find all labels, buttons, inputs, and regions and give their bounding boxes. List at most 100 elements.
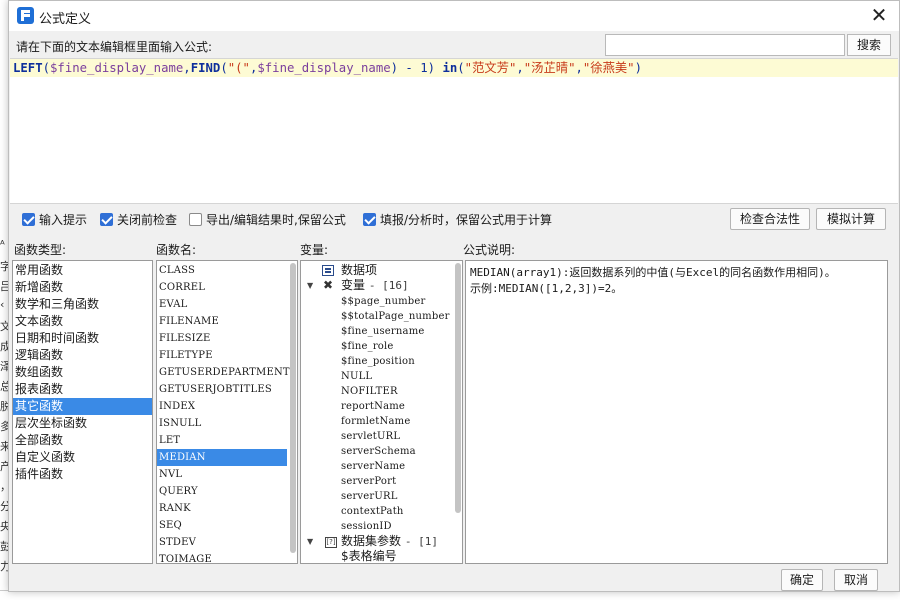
search-input[interactable] bbox=[605, 34, 845, 56]
category-item[interactable]: 日期和时间函数 bbox=[13, 330, 152, 347]
tree-variable-item[interactable]: formletName bbox=[341, 414, 410, 429]
tree-variable-item[interactable]: $fine_username bbox=[341, 324, 425, 339]
function-item[interactable]: CLASS bbox=[157, 262, 287, 279]
formula-token: FIND bbox=[190, 61, 221, 75]
formula-token: $fine_display_name bbox=[50, 61, 184, 75]
category-item[interactable]: 插件函数 bbox=[13, 466, 152, 483]
variables-icon: ✖ bbox=[323, 278, 334, 292]
tree-node-label: 变量 bbox=[341, 278, 366, 292]
category-item[interactable]: 全部函数 bbox=[13, 432, 152, 449]
keep-formula-export-option[interactable]: 导出/编辑结果时,保留公式 bbox=[189, 212, 346, 228]
formula-token: , bbox=[516, 61, 524, 75]
input-hint-checkbox[interactable] bbox=[22, 213, 35, 226]
function-item[interactable]: RANK bbox=[157, 500, 287, 517]
tree-variable-item[interactable]: serverPort bbox=[341, 474, 396, 489]
check-before-close-checkbox[interactable] bbox=[100, 213, 113, 226]
category-label: 函数类型: bbox=[14, 243, 67, 257]
check-before-close-option[interactable]: 关闭前检查 bbox=[100, 212, 177, 228]
variable-label: 变量: bbox=[300, 243, 329, 257]
tree-node-data-items[interactable]: 数据项 bbox=[341, 263, 377, 278]
category-item[interactable]: 数学和三角函数 bbox=[13, 296, 152, 313]
close-button[interactable]: ✕ bbox=[859, 1, 899, 31]
formula-editor[interactable]: LEFT($fine_display_name,FIND("(",$fine_d… bbox=[10, 58, 898, 204]
tree-variable-item[interactable]: serverURL bbox=[341, 489, 398, 504]
variable-tree[interactable]: 数据项 ▼ ✖ 变量 - [16] $$page_number $$totalPage_n… bbox=[300, 260, 463, 564]
function-item[interactable]: FILENAME bbox=[157, 313, 287, 330]
function-list-scrollbar[interactable] bbox=[290, 263, 296, 553]
tree-variable-item[interactable]: NULL bbox=[341, 369, 372, 384]
function-item[interactable]: QUERY bbox=[157, 483, 287, 500]
description-label: 公式说明: bbox=[463, 243, 516, 257]
input-hint-label: 输入提示 bbox=[39, 213, 88, 227]
category-item[interactable]: 常用函数 bbox=[13, 262, 152, 279]
tree-variable-item[interactable]: $fine_role bbox=[341, 339, 394, 354]
cancel-button[interactable]: 取消 bbox=[834, 569, 878, 591]
tree-variable-item[interactable]: $fine_position bbox=[341, 354, 415, 369]
function-item[interactable]: INDEX bbox=[157, 398, 287, 415]
category-item[interactable]: 新增函数 bbox=[13, 279, 152, 296]
simulate-button[interactable]: 模拟计算 bbox=[816, 208, 886, 230]
category-item[interactable]: 其它函数 bbox=[13, 398, 152, 415]
tree-variable-item[interactable]: $$page_number bbox=[341, 294, 425, 309]
formula-token: "汤芷晴" bbox=[523, 61, 576, 75]
category-item[interactable]: 层次坐标函数 bbox=[13, 415, 152, 432]
formula-token: ( bbox=[42, 61, 51, 75]
expand-icon[interactable]: ▼ bbox=[307, 537, 313, 546]
function-item[interactable]: TOIMAGE bbox=[157, 551, 287, 563]
function-item[interactable]: MEDIAN bbox=[157, 449, 287, 466]
formula-line[interactable]: LEFT($fine_display_name,FIND("(",$fine_d… bbox=[10, 59, 898, 77]
function-item[interactable]: CORREL bbox=[157, 279, 287, 296]
tree-node-label: 数据项 bbox=[341, 263, 378, 277]
ok-button[interactable]: 确定 bbox=[781, 569, 823, 591]
tree-variable-item[interactable]: servletURL bbox=[341, 429, 400, 444]
tree-dataset-item[interactable]: $表格编号 bbox=[341, 549, 397, 563]
keep-formula-export-label: 导出/编辑结果时,保留公式 bbox=[206, 213, 346, 227]
category-list[interactable]: 常用函数 新增函数 数学和三角函数 文本函数 日期和时间函数 逻辑函数 数组函数 报表函数 其它… bbox=[12, 260, 153, 564]
tree-variable-item[interactable]: serverSchema bbox=[341, 444, 416, 459]
formula-dialog: 公式定义 ✕ 请在下面的文本编辑框里面输入公式: 搜索 LEFT($fine_d… bbox=[8, 0, 900, 592]
formula-token: ) - 1) bbox=[390, 61, 443, 75]
validate-button[interactable]: 检查合法性 bbox=[730, 208, 810, 230]
dialog-title: 公式定义 bbox=[39, 12, 92, 27]
tree-variable-item[interactable]: NOFILTER bbox=[341, 384, 398, 399]
function-item[interactable]: NVL bbox=[157, 466, 287, 483]
function-item[interactable]: FILESIZE bbox=[157, 330, 287, 347]
category-item[interactable]: 逻辑函数 bbox=[13, 347, 152, 364]
keep-formula-export-checkbox[interactable] bbox=[189, 213, 202, 226]
function-item[interactable]: STDEV bbox=[157, 534, 287, 551]
function-item[interactable]: GETUSERDEPARTMENTS bbox=[157, 364, 297, 381]
tree-node-variables[interactable]: 变量 - [16] bbox=[341, 278, 409, 293]
search-button[interactable]: 搜索 bbox=[847, 34, 891, 56]
function-item[interactable]: SEQ bbox=[157, 517, 287, 534]
keep-formula-fill-label: 填报/分析时，保留公式用于计算 bbox=[380, 213, 553, 227]
function-list[interactable]: CLASS CORREL EVAL FILENAME FILESIZE FILETYPE G… bbox=[156, 260, 298, 564]
tree-node-count: - [16] bbox=[368, 279, 409, 292]
category-item[interactable]: 数组函数 bbox=[13, 364, 152, 381]
formula-token: "(" bbox=[227, 61, 250, 75]
description-example: 示例:MEDIAN([1,2,3])=2。 bbox=[470, 282, 623, 295]
tree-variable-item[interactable]: sessionID bbox=[341, 519, 392, 534]
tree-variable-item[interactable]: reportName bbox=[341, 399, 405, 414]
formula-token: ( bbox=[220, 61, 228, 75]
function-item[interactable]: ISNULL bbox=[157, 415, 287, 432]
keep-formula-fill-option[interactable]: 填报/分析时，保留公式用于计算 bbox=[363, 212, 552, 228]
expand-icon[interactable]: ▼ bbox=[307, 281, 313, 290]
check-before-close-label: 关闭前检查 bbox=[117, 213, 178, 227]
category-item[interactable]: 自定义函数 bbox=[13, 449, 152, 466]
tree-variable-item[interactable]: contextPath bbox=[341, 504, 404, 519]
variable-tree-scrollbar[interactable] bbox=[455, 263, 461, 513]
formula-token: , bbox=[183, 61, 191, 75]
function-item[interactable]: EVAL bbox=[157, 296, 287, 313]
function-item[interactable]: FILETYPE bbox=[157, 347, 287, 364]
tree-node-dataset-params[interactable]: 数据集参数 - [1] bbox=[341, 534, 438, 549]
keep-formula-fill-checkbox[interactable] bbox=[363, 213, 376, 226]
tree-variable-item[interactable]: $$totalPage_number bbox=[341, 309, 450, 324]
input-hint-option[interactable]: 输入提示 bbox=[22, 212, 87, 228]
function-item[interactable]: GETUSERJOBTITLES bbox=[157, 381, 287, 398]
tree-variable-item[interactable]: serverName bbox=[341, 459, 405, 474]
tree-node-count: - [1] bbox=[404, 535, 438, 548]
category-item[interactable]: 报表函数 bbox=[13, 381, 152, 398]
formula-token: ( bbox=[457, 61, 465, 75]
category-item[interactable]: 文本函数 bbox=[13, 313, 152, 330]
function-item[interactable]: LET bbox=[157, 432, 287, 449]
